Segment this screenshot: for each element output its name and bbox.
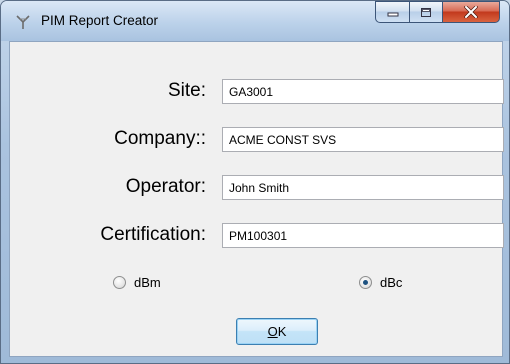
dbc-radio-option[interactable]: dBc bbox=[359, 275, 402, 290]
dialog-client-area: Site: Company:: Operator: Certification:… bbox=[9, 41, 504, 357]
company-input[interactable] bbox=[222, 127, 504, 152]
radio-selected-dot bbox=[363, 280, 368, 285]
ok-mnemonic: O bbox=[267, 324, 278, 339]
minimize-button[interactable] bbox=[375, 1, 409, 23]
dbc-radio-label: dBc bbox=[380, 275, 403, 290]
maximize-icon bbox=[421, 7, 431, 17]
close-icon bbox=[464, 6, 478, 18]
dbm-radio-label: dBm bbox=[134, 275, 161, 290]
certification-input[interactable] bbox=[222, 223, 504, 248]
certification-label: Certification: bbox=[100, 224, 206, 245]
site-label: Site: bbox=[167, 80, 206, 101]
window-title: PIM Report Creator bbox=[41, 13, 159, 28]
antenna-icon bbox=[15, 14, 31, 30]
dbm-radio-option[interactable]: dBm bbox=[113, 275, 161, 290]
close-button[interactable] bbox=[442, 1, 500, 23]
operator-input[interactable] bbox=[222, 175, 504, 200]
ok-label-rest: K bbox=[277, 324, 287, 339]
app-window: PIM Report Creator Site: Company:: Opera… bbox=[0, 0, 510, 364]
minimize-icon bbox=[387, 12, 398, 17]
ok-button[interactable]: OK bbox=[236, 318, 318, 345]
maximize-button[interactable] bbox=[409, 1, 442, 23]
site-input[interactable] bbox=[222, 79, 504, 104]
title-bar[interactable]: PIM Report Creator bbox=[1, 1, 509, 41]
operator-label: Operator: bbox=[125, 176, 206, 197]
dbc-radio-button[interactable] bbox=[359, 276, 372, 289]
dbm-radio-button[interactable] bbox=[113, 276, 126, 289]
company-label: Company:: bbox=[114, 128, 206, 149]
